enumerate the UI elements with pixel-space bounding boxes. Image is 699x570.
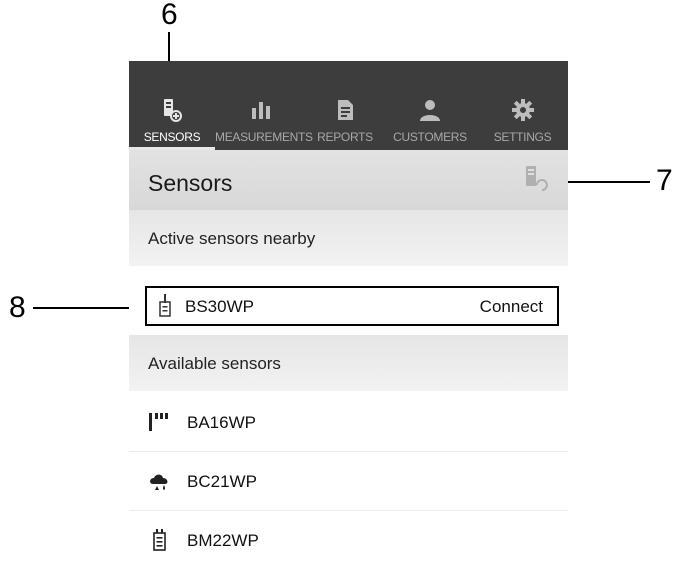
page-title: Sensors xyxy=(148,170,233,196)
bar-chart-icon xyxy=(252,102,270,119)
sensor-name: BM22WP xyxy=(187,531,259,550)
gear-icon xyxy=(511,99,534,121)
active-sensors-header: Active sensors nearby xyxy=(129,210,568,266)
sensor-refresh-icon[interactable] xyxy=(523,164,549,194)
tab-measurements[interactable]: MEASUREMENTS xyxy=(215,61,313,150)
list-item[interactable]: BC21WP xyxy=(129,452,568,511)
sensor-name: BA16WP xyxy=(187,413,256,432)
tab-reports-label: REPORTS xyxy=(317,130,373,144)
page-header: Sensors xyxy=(129,150,568,210)
app-screen: SENSORS MEASUREMENTS REPORTS CUSTOMERS S… xyxy=(129,61,568,570)
meter-icon xyxy=(153,529,166,551)
tab-sensors[interactable]: SENSORS xyxy=(129,61,215,150)
active-sensor-row[interactable]: BS30WP Connect xyxy=(145,286,559,326)
available-sensors-heading: Available sensors xyxy=(148,354,281,373)
tab-settings-label: SETTINGS xyxy=(493,130,552,144)
cloud-drops-icon xyxy=(150,474,168,490)
callout-6: 6 xyxy=(161,0,178,31)
connect-button[interactable]: Connect xyxy=(480,297,543,317)
callout-8: 8 xyxy=(9,291,26,324)
tab-measurements-label: MEASUREMENTS xyxy=(215,130,313,144)
tab-reports[interactable]: REPORTS xyxy=(307,61,383,150)
active-sensors-heading: Active sensors nearby xyxy=(148,229,316,248)
callout-7: 7 xyxy=(656,164,673,197)
person-icon xyxy=(420,100,440,121)
sensor-name: BS30WP xyxy=(185,297,254,316)
tab-customers-label: CUSTOMERS xyxy=(393,130,467,144)
tab-settings[interactable]: SETTINGS xyxy=(477,61,568,150)
sensor-name: BC21WP xyxy=(187,472,257,491)
tab-sensors-label: SENSORS xyxy=(143,130,201,144)
tab-customers[interactable]: CUSTOMERS xyxy=(383,61,477,150)
report-icon xyxy=(338,100,353,120)
probe-icon xyxy=(159,294,171,317)
signal-bars-icon xyxy=(149,413,168,431)
list-item[interactable]: BA16WP xyxy=(129,393,568,452)
tab-bar: SENSORS MEASUREMENTS REPORTS CUSTOMERS S… xyxy=(129,61,568,150)
list-item[interactable]: BM22WP xyxy=(129,511,568,570)
sensor-plus-icon xyxy=(164,99,182,122)
manual-figure: 6 7 8 SENSORS MEASUREMENTS REPORTS CUSTO… xyxy=(0,0,699,570)
available-sensors-header: Available sensors xyxy=(129,335,568,391)
